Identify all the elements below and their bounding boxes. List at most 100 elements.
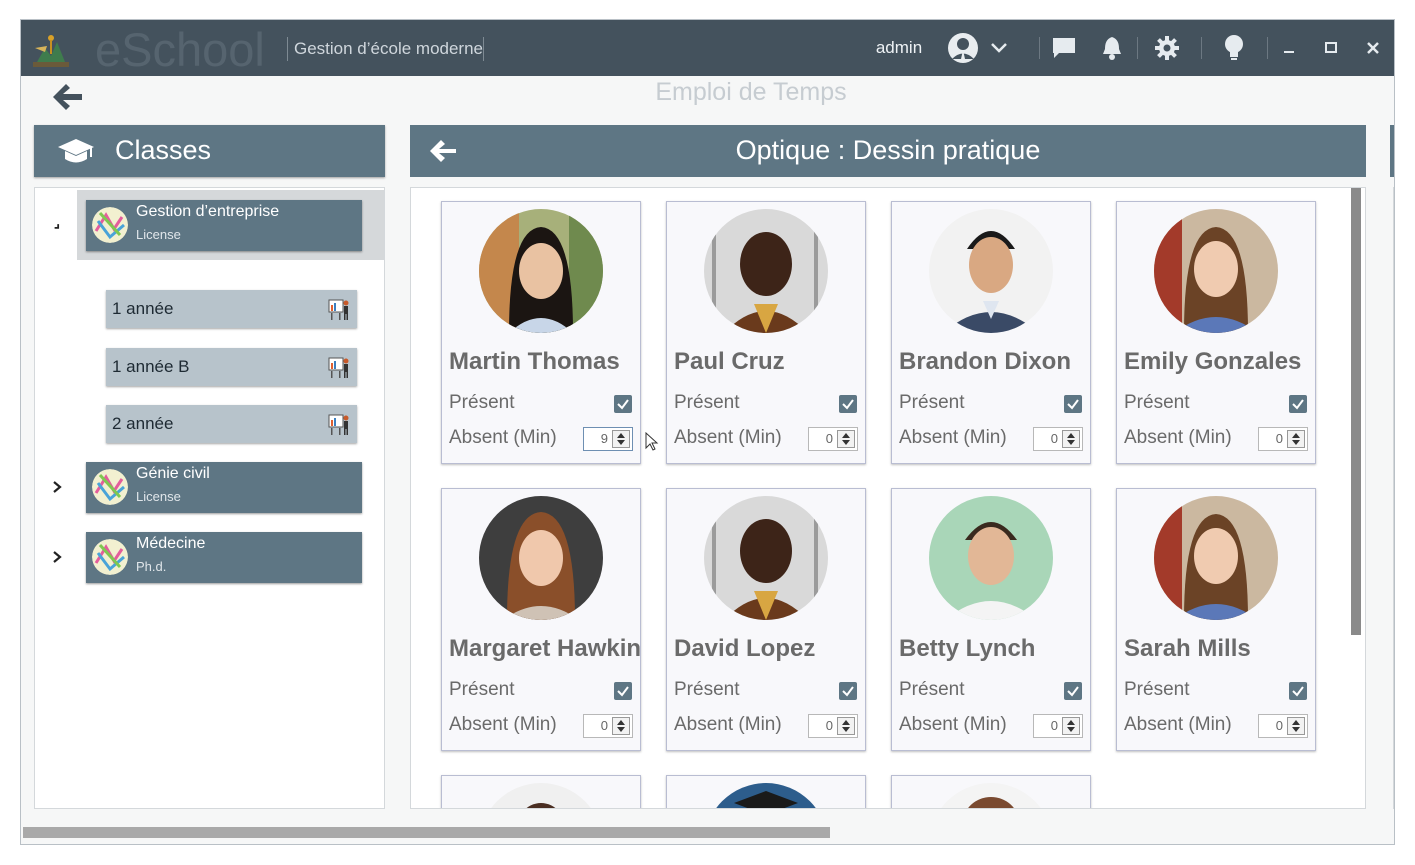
students-grid: Martin Thomas Présent Absent (Min) 9 Pau…	[410, 187, 1366, 809]
student-name: Emily Gonzales	[1124, 348, 1302, 375]
student-name: Brandon Dixon	[899, 348, 1071, 375]
class-card-gestion[interactable]: Gestion d’entreprise License	[86, 200, 362, 251]
present-label: Présent	[899, 679, 965, 700]
absent-minutes-value: 0	[1275, 431, 1283, 446]
student-card: Sarah Mills Présent Absent (Min) 0	[1116, 488, 1316, 751]
absent-label: Absent (Min)	[1124, 714, 1232, 735]
present-checkbox[interactable]	[614, 682, 632, 700]
absent-minutes-stepper[interactable]: 9	[583, 427, 633, 451]
lightbulb-icon[interactable]	[1219, 20, 1249, 76]
class-name: Médecine	[136, 535, 206, 552]
stepper-arrows-icon[interactable]	[612, 717, 630, 735]
divider	[1137, 37, 1138, 59]
student-card: Martin Thomas Présent Absent (Min) 9	[441, 201, 641, 464]
student-name: Paul Cruz	[674, 348, 785, 375]
absent-minutes-stepper[interactable]: 0	[1033, 714, 1083, 738]
absent-minutes-stepper[interactable]: 0	[1033, 427, 1083, 451]
gear-icon[interactable]	[1152, 20, 1182, 76]
expand-chevron-icon[interactable]	[49, 549, 65, 565]
year-label: 2 année	[112, 414, 174, 433]
student-card	[891, 775, 1091, 808]
user-name[interactable]: admin	[871, 20, 927, 76]
mouse-cursor-icon	[645, 432, 659, 451]
chat-icon[interactable]	[1049, 20, 1079, 76]
app-subtitle: Gestion d’école moderne	[287, 37, 485, 61]
divider	[1393, 187, 1394, 809]
student-photo	[929, 496, 1053, 620]
user-name-label: admin	[875, 38, 923, 57]
present-checkbox[interactable]	[839, 395, 857, 413]
stepper-arrows-icon[interactable]	[1062, 717, 1080, 735]
stepper-arrows-icon[interactable]	[837, 717, 855, 735]
close-icon[interactable]	[1363, 20, 1383, 76]
present-checkbox[interactable]	[1289, 395, 1307, 413]
present-label: Présent	[674, 392, 740, 413]
absent-minutes-stepper[interactable]: 0	[808, 714, 858, 738]
absent-minutes-stepper[interactable]: 0	[583, 714, 633, 738]
student-card: Brandon Dixon Présent Absent (Min) 0	[891, 201, 1091, 464]
student-photo	[704, 496, 828, 620]
teacher-board-icon	[328, 414, 349, 435]
absent-label: Absent (Min)	[899, 427, 1007, 448]
absent-label: Absent (Min)	[899, 714, 1007, 735]
side-panel-stub	[1390, 125, 1394, 177]
minimize-icon[interactable]	[1279, 20, 1299, 76]
bell-icon[interactable]	[1097, 20, 1127, 76]
absent-minutes-stepper[interactable]: 0	[1258, 427, 1308, 451]
class-level: License	[136, 489, 181, 504]
absent-minutes-value: 0	[825, 431, 833, 446]
student-name: Margaret Hawkins	[449, 635, 641, 662]
stepper-arrows-icon[interactable]	[1062, 430, 1080, 448]
classes-header: Classes	[34, 125, 385, 177]
absent-minutes-stepper[interactable]: 0	[808, 427, 858, 451]
stepper-arrows-icon[interactable]	[612, 430, 630, 448]
collapse-toggle-icon[interactable]: ⌟	[49, 215, 65, 231]
absent-label: Absent (Min)	[1124, 427, 1232, 448]
class-card-genie-civil[interactable]: Génie civil License	[86, 462, 362, 513]
year-card-1b[interactable]: 1 année B	[106, 348, 357, 386]
year-card-2[interactable]: 2 année	[106, 405, 357, 443]
student-photo	[479, 209, 603, 333]
class-avatar-icon	[92, 539, 128, 575]
horizontal-scrollbar[interactable]	[23, 827, 830, 838]
logo-icon	[33, 35, 69, 67]
class-card-medecine[interactable]: Médecine Ph.d.	[86, 532, 362, 583]
maximize-icon[interactable]	[1321, 20, 1341, 76]
present-checkbox[interactable]	[1064, 395, 1082, 413]
present-checkbox[interactable]	[1064, 682, 1082, 700]
stepper-arrows-icon[interactable]	[1287, 717, 1305, 735]
absent-label: Absent (Min)	[449, 714, 557, 735]
absent-minutes-value: 0	[600, 718, 608, 733]
chevron-down-icon[interactable]	[987, 20, 1011, 76]
absent-minutes-stepper[interactable]: 0	[1258, 714, 1308, 738]
class-name: Gestion d’entreprise	[136, 203, 280, 220]
expand-chevron-icon[interactable]	[49, 479, 65, 495]
class-name: Génie civil	[136, 465, 210, 482]
student-card	[441, 775, 641, 808]
app-brand: eSchool	[95, 23, 265, 76]
year-label: 1 année	[112, 299, 174, 318]
absent-minutes-value: 0	[1275, 718, 1283, 733]
user-avatar-icon[interactable]	[943, 20, 983, 76]
page-title: Emploi de Temps	[655, 78, 847, 106]
classes-tree: ⌟ Gestion d’entreprise License 1 année 1…	[34, 187, 385, 809]
absent-minutes-value: 9	[600, 431, 608, 446]
present-label: Présent	[449, 392, 515, 413]
divider	[1201, 37, 1202, 59]
student-card: Emily Gonzales Présent Absent (Min) 0	[1116, 201, 1316, 464]
present-checkbox[interactable]	[839, 682, 857, 700]
class-avatar-icon	[92, 469, 128, 505]
stepper-arrows-icon[interactable]	[1287, 430, 1305, 448]
present-checkbox[interactable]	[614, 395, 632, 413]
student-photo	[929, 783, 1053, 808]
year-card-1[interactable]: 1 année	[106, 290, 357, 328]
student-card	[666, 775, 866, 808]
student-name: Betty Lynch	[899, 635, 1036, 662]
student-name: Martin Thomas	[449, 348, 620, 375]
student-photo	[479, 783, 603, 808]
class-level: License	[136, 227, 181, 242]
stepper-arrows-icon[interactable]	[837, 430, 855, 448]
vertical-scrollbar[interactable]	[1351, 188, 1361, 635]
absent-label: Absent (Min)	[449, 427, 557, 448]
present-checkbox[interactable]	[1289, 682, 1307, 700]
